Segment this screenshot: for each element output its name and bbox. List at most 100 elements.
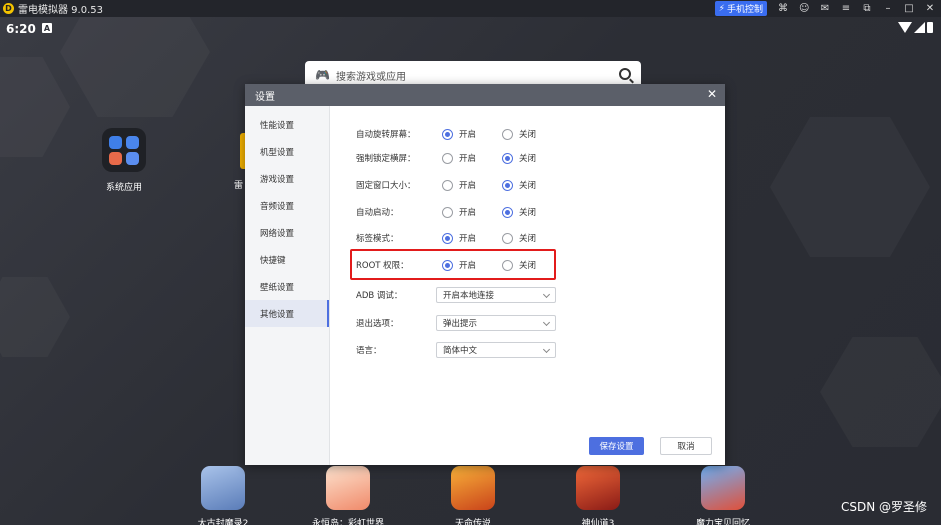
radio-label: 关闭 (519, 181, 537, 191)
sidebar-item-wallpaper[interactable]: 壁纸设置 (245, 273, 329, 300)
notification-icon: A (42, 23, 52, 33)
titlebar-controls: ⚡ 手机控制 ⌘ ☺ ✉ ≡ ⧉ – □ ✕ (714, 0, 935, 17)
search-icon[interactable] (619, 68, 631, 80)
chevron-down-icon (542, 345, 551, 354)
settings-app-icon (108, 135, 122, 149)
game-icon (576, 466, 620, 510)
user-icon[interactable]: ☺ (799, 3, 809, 14)
status-time: 6:20 (6, 22, 36, 36)
setting-row-adb: ADB 调试： (356, 288, 442, 302)
dock-app[interactable]: 魔力宝贝回忆 (696, 466, 750, 525)
radio-label: 开启 (459, 261, 477, 271)
setting-row-exit: 退出选项： (356, 316, 442, 330)
sidebar-item-other[interactable]: 其他设置 (245, 300, 329, 327)
sidebar-item-game[interactable]: 游戏设置 (245, 165, 329, 192)
radio-label: 关闭 (519, 154, 537, 164)
gallery-app-icon (108, 151, 122, 165)
select-value: 开启本地连接 (443, 291, 495, 301)
background-hexagon (60, 17, 210, 117)
setting-label: ROOT 权限： (356, 261, 409, 271)
close-icon[interactable]: ✕ (925, 3, 935, 14)
setting-label: 自动旋转屏幕： (356, 130, 416, 140)
select-value: 简体中文 (443, 346, 478, 356)
radio-option-off[interactable]: 关闭 (502, 152, 536, 164)
wifi-icon (898, 22, 912, 33)
setting-label: 强制锁定横屏： (356, 154, 416, 164)
menu-icon[interactable]: ≡ (841, 3, 851, 14)
chevron-down-icon (542, 290, 551, 299)
phone-control-label: 手机控制 (726, 5, 763, 15)
radio-button[interactable] (442, 259, 453, 271)
radio-button[interactable] (502, 232, 513, 244)
settings-content: 自动旋转屏幕： 开启 关闭 强制锁定横屏： 开启 关闭 固定窗口大小： 开启 关… (330, 106, 725, 465)
radio-label: 关闭 (519, 208, 537, 218)
dialog-body: 性能设置 机型设置 游戏设置 音频设置 网络设置 快捷键 壁纸设置 其他设置 自… (245, 106, 725, 465)
radio-option-off[interactable]: 关闭 (502, 206, 536, 218)
setting-row-root: ROOT 权限： 开启 关闭 (356, 258, 536, 272)
radio-option-on[interactable]: 开启 (442, 179, 502, 191)
radio-option-on[interactable]: 开启 (442, 259, 502, 271)
setting-label: ADB 调试： (356, 291, 403, 301)
setting-label: 语言： (356, 346, 382, 356)
dock-app[interactable]: 天命传说 (450, 466, 496, 525)
radio-button[interactable] (442, 232, 453, 244)
sidebar-item-shortcuts[interactable]: 快捷键 (245, 246, 329, 273)
radio-option-on[interactable]: 开启 (442, 206, 502, 218)
radio-option-off[interactable]: 关闭 (502, 128, 536, 140)
radio-option-off[interactable]: 关闭 (502, 179, 536, 191)
browser-app-icon (125, 135, 139, 149)
radio-option-on[interactable]: 开启 (442, 232, 502, 244)
gamepad-icon[interactable]: ⌘ (778, 3, 788, 14)
exit-option-select[interactable]: 弹出提示 (436, 315, 556, 331)
adb-select[interactable]: 开启本地连接 (436, 287, 556, 303)
minimize-icon[interactable]: – (883, 3, 893, 14)
dialog-header: 设置 ✕ (245, 84, 725, 106)
radio-button[interactable] (502, 206, 513, 218)
contacts-app-icon (125, 151, 139, 165)
emulator-titlebar: D 雷电模拟器 9.0.53 ⚡ 手机控制 ⌘ ☺ ✉ ≡ ⧉ – □ ✕ (0, 0, 941, 17)
mail-icon[interactable]: ✉ (820, 3, 830, 14)
radio-button[interactable] (442, 206, 453, 218)
phone-control-button[interactable]: ⚡ 手机控制 (714, 1, 767, 16)
radio-option-on[interactable]: 开启 (442, 152, 502, 164)
dock-app[interactable]: 永恒岛：彩虹世界 (312, 466, 384, 525)
radio-button[interactable] (502, 259, 513, 271)
dock-app-label: 太古封魔录2 (197, 519, 249, 525)
chevron-down-icon (542, 318, 551, 327)
radio-option-off[interactable]: 关闭 (502, 232, 536, 244)
save-button[interactable]: 保存设置 (589, 437, 644, 455)
dock-app-label: 天命传说 (454, 519, 491, 525)
radio-button[interactable] (442, 152, 453, 164)
sidebar-item-performance[interactable]: 性能设置 (245, 111, 329, 138)
sidebar-item-audio[interactable]: 音频设置 (245, 192, 329, 219)
partial-app-label: 雷 (234, 181, 244, 191)
restore-icon[interactable]: ⧉ (862, 3, 872, 14)
dock-app[interactable]: 神仙道3 (575, 466, 621, 525)
system-apps-folder[interactable]: 系统应用 (102, 128, 146, 193)
radio-button[interactable] (442, 128, 453, 140)
maximize-icon[interactable]: □ (904, 3, 914, 14)
lightning-icon: ⚡ (718, 3, 725, 14)
radio-button[interactable] (442, 179, 453, 191)
watermark-text: CSDN @罗圣修 (840, 500, 927, 514)
sidebar-item-network[interactable]: 网络设置 (245, 219, 329, 246)
folder-tile (102, 128, 146, 172)
radio-button[interactable] (502, 128, 513, 140)
settings-sidebar: 性能设置 机型设置 游戏设置 音频设置 网络设置 快捷键 壁纸设置 其他设置 (245, 106, 330, 465)
cancel-button[interactable]: 取消 (660, 437, 712, 455)
radio-button[interactable] (502, 179, 513, 191)
radio-label: 开启 (459, 130, 477, 140)
status-icons (898, 22, 933, 33)
sidebar-item-model[interactable]: 机型设置 (245, 138, 329, 165)
close-icon[interactable]: ✕ (707, 88, 717, 100)
radio-label: 关闭 (519, 234, 537, 244)
language-select[interactable]: 简体中文 (436, 342, 556, 358)
dock-app[interactable]: 太古封魔录2 (198, 466, 248, 525)
background-hexagon (770, 117, 930, 257)
radio-label: 开启 (459, 181, 477, 191)
radio-option-on[interactable]: 开启 (442, 128, 502, 140)
radio-option-off[interactable]: 关闭 (502, 259, 536, 271)
gamepad-icon: 🎮 (315, 68, 330, 82)
radio-button[interactable] (502, 152, 513, 164)
search-placeholder: 搜索游戏或应用 (335, 71, 406, 83)
